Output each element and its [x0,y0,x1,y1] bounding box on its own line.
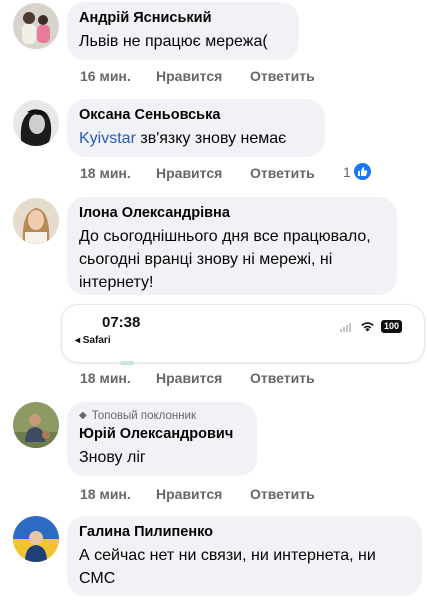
attached-screenshot[interactable]: 07:38 ◂ Safari 100 [62,305,424,365]
comment-time[interactable]: 18 мин. [80,165,156,181]
comment: Ілона Олександрівна До сьогоднішнього дн… [0,195,427,395]
wifi-icon [361,322,374,332]
mention-link[interactable]: Kyivstar [79,130,136,147]
comment-bubble: Оксана Сеньовська Kyivstar зв'язку знову… [67,99,325,157]
comment-actions: 18 мин. Нравится Ответить [80,485,315,503]
like-button[interactable]: Нравится [156,165,250,181]
comment-actions: 16 мин. Нравится Ответить [80,67,315,85]
avatar[interactable] [13,516,59,562]
top-fan-badge: ◆ Топовый поклонник [79,409,245,423]
comment-author[interactable]: Юрій Олександрович [79,425,245,444]
battery-icon: 100 [380,320,402,333]
status-bar-clock: 07:38 [102,314,141,331]
comment-author[interactable]: Оксана Сеньовська [79,106,313,125]
comment: ◆ Топовый поклонник Юрій Олександрович З… [0,400,427,508]
back-to-app-label: ◂ Safari [75,335,111,346]
comment-actions: 18 мин. Нравится Ответить [80,164,315,182]
comment-author[interactable]: Андрій Ясниський [79,9,287,28]
reaction-count: 1 [343,163,351,180]
like-button[interactable]: Нравится [156,370,250,386]
comment-text: До сьогоднішнього дня все працювало, сьо… [79,228,371,291]
comment: Оксана Сеньовська Kyivstar зв'язку знову… [0,97,427,192]
comment-author[interactable]: Галина Пилипенко [79,523,410,542]
reply-button[interactable]: Ответить [250,370,315,386]
reactions[interactable]: 1 [343,163,371,180]
comment-time[interactable]: 18 мин. [80,370,156,386]
comment-actions: 18 мин. Нравится Ответить [80,369,315,387]
avatar[interactable] [13,3,59,49]
avatar[interactable] [13,100,59,146]
badge-label: Топовый поклонник [91,410,197,422]
reply-button[interactable]: Ответить [250,68,315,84]
like-button[interactable]: Нравится [156,68,250,84]
like-button[interactable]: Нравится [156,486,250,502]
comment-author[interactable]: Ілона Олександрівна [79,204,385,223]
comment-time[interactable]: 16 мин. [80,68,156,84]
comment-bubble: Ілона Олександрівна До сьогоднішнього дн… [67,197,397,295]
avatar[interactable] [13,198,59,244]
like-thumb-icon [353,163,371,180]
comment-text-rest: зв'язку знову немає [135,130,287,147]
comment-bubble: Андрій Ясниський Львів не працює мережа( [67,2,299,60]
comment-text: А сейчас нет ни связи, ни интернета, ни … [79,547,376,587]
content-peek [120,361,134,365]
avatar[interactable] [13,402,59,448]
comment-time[interactable]: 18 мин. [80,486,156,502]
signal-icon [339,322,352,332]
comment-text: Kyivstar зв'язку знову немає [79,127,313,150]
comment-text: Львів не працює мережа( [79,33,268,50]
comment-bubble: ◆ Топовый поклонник Юрій Олександрович З… [67,402,257,476]
comment-text: Знову ліг [79,449,146,466]
reply-button[interactable]: Ответить [250,486,315,502]
comment: Галина Пилипенко А сейчас нет ни связи, … [0,514,427,600]
comment-bubble: Галина Пилипенко А сейчас нет ни связи, … [67,516,422,596]
reply-button[interactable]: Ответить [250,165,315,181]
comment: Андрій Ясниський Львів не працює мережа(… [0,0,427,90]
status-bar-icons: 100 [339,320,402,333]
diamond-icon: ◆ [79,410,87,421]
